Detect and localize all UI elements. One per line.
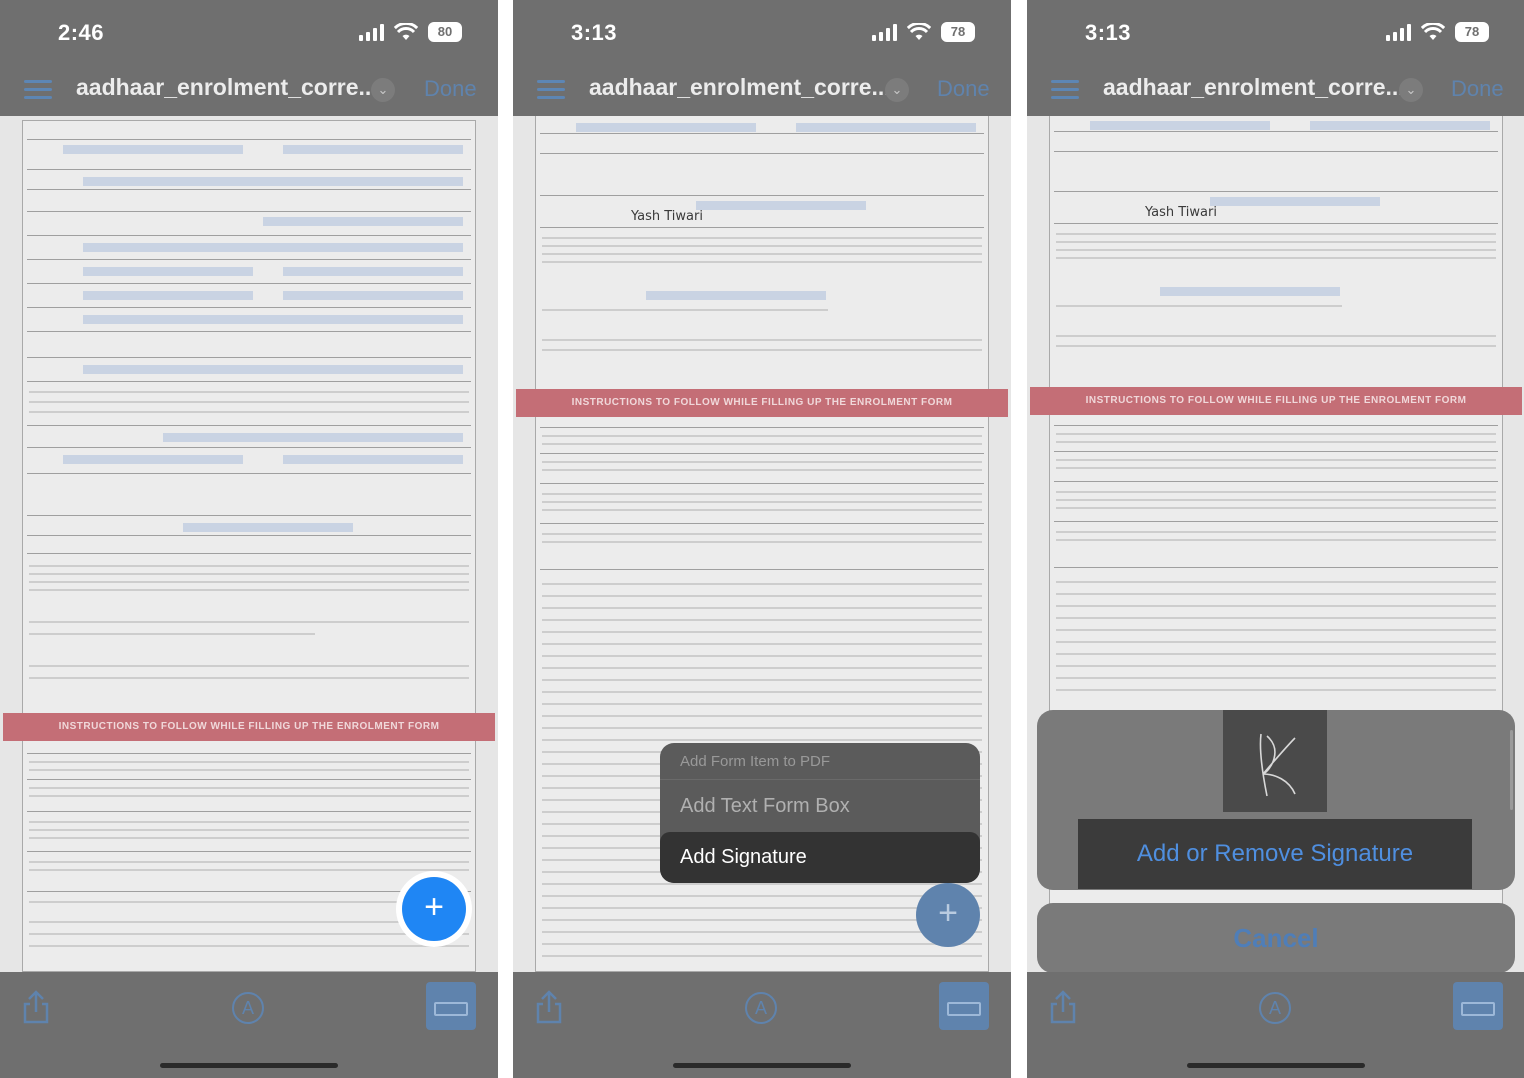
signature-drawing [1259, 733, 1296, 797]
cellular-signal-icon [1386, 23, 1411, 41]
share-icon[interactable] [535, 990, 563, 1024]
bottom-toolbar: A [513, 972, 1011, 1078]
chevron-down-icon[interactable]: ⌄ [1399, 78, 1423, 102]
instructions-banner: INSTRUCTIONS TO FOLLOW WHILE FILLING UP … [1030, 387, 1522, 415]
status-bar: 3:13 78 [1027, 0, 1524, 66]
saved-signature-thumbnail[interactable] [1223, 710, 1327, 812]
home-indicator [673, 1063, 851, 1068]
wifi-icon [394, 23, 418, 40]
chevron-down-icon[interactable]: ⌄ [885, 78, 909, 102]
navigation-bar: aadhaar_enrolment_corre... ⌄ Done [513, 66, 1011, 116]
list-icon[interactable] [1051, 78, 1079, 100]
status-icons: 80 [359, 22, 462, 42]
chevron-down-icon[interactable]: ⌄ [371, 78, 395, 102]
status-time: 2:46 [58, 20, 105, 45]
status-time: 3:13 [1085, 20, 1132, 45]
sheet-scroll-indicator [1510, 730, 1513, 810]
share-icon[interactable] [22, 990, 50, 1024]
home-indicator [1187, 1063, 1365, 1068]
share-icon[interactable] [1049, 990, 1077, 1024]
add-form-item-button[interactable]: + [916, 883, 980, 947]
markup-icon[interactable]: A [745, 992, 777, 1024]
add-form-item-button[interactable]: + [402, 877, 466, 941]
add-signature-item[interactable]: Add Signature [660, 832, 980, 883]
bottom-toolbar: A [0, 972, 498, 1078]
wifi-icon [907, 23, 931, 40]
list-icon[interactable] [24, 78, 52, 100]
screenshot-triptych: 2:46 80 aadhaar_enrolment_corre... ⌄ Don… [0, 0, 1524, 1078]
status-bar: 3:13 78 [513, 0, 1011, 66]
phone-screen-1: 2:46 80 aadhaar_enrolment_corre... ⌄ Don… [0, 0, 498, 1078]
done-button[interactable]: Done [1451, 76, 1504, 102]
menu-header: Add Form Item to PDF [680, 753, 831, 770]
instructions-banner: INSTRUCTIONS TO FOLLOW WHILE FILLING UP … [3, 713, 495, 741]
introducer-name-text: Yash Tiwari [1145, 205, 1217, 220]
battery-icon: 78 [1455, 22, 1489, 42]
document-title[interactable]: aadhaar_enrolment_corre... [589, 74, 891, 101]
cancel-button[interactable]: Cancel [1037, 903, 1515, 973]
pdf-document-view[interactable]: INSTRUCTIONS TO FOLLOW WHILE FILLING UP … [0, 116, 498, 972]
status-bar: 2:46 80 [0, 0, 498, 66]
add-text-form-box-item[interactable]: Add Text Form Box [660, 779, 980, 831]
list-icon[interactable] [537, 78, 565, 100]
form-fill-icon[interactable] [1453, 982, 1503, 1030]
introducer-name-text: Yash Tiwari [631, 209, 703, 224]
pdf-page: INSTRUCTIONS TO FOLLOW WHILE FILLING UP … [3, 120, 495, 972]
battery-icon: 78 [941, 22, 975, 42]
cellular-signal-icon [359, 23, 384, 41]
form-fill-icon[interactable] [426, 982, 476, 1030]
document-title[interactable]: aadhaar_enrolment_corre... [76, 74, 378, 101]
navigation-bar: aadhaar_enrolment_corre... ⌄ Done [0, 66, 498, 116]
instructions-banner: INSTRUCTIONS TO FOLLOW WHILE FILLING UP … [516, 389, 1008, 417]
bottom-toolbar: A [1027, 972, 1524, 1078]
done-button[interactable]: Done [937, 76, 990, 102]
status-icons: 78 [1386, 22, 1489, 42]
phone-screen-2: 3:13 78 aadhaar_enrolment_corre... ⌄ Don… [513, 0, 1011, 1078]
navigation-bar: aadhaar_enrolment_corre... ⌄ Done [1027, 66, 1524, 116]
document-title[interactable]: aadhaar_enrolment_corre... [1103, 74, 1405, 101]
status-time: 3:13 [571, 20, 618, 45]
cellular-signal-icon [872, 23, 897, 41]
signature-action-sheet: Add or Remove Signature [1037, 710, 1515, 890]
add-or-remove-signature-button[interactable]: Add or Remove Signature [1078, 819, 1472, 889]
wifi-icon [1421, 23, 1445, 40]
add-form-item-menu: Add Form Item to PDF Add Text Form Box A… [660, 743, 980, 883]
battery-icon: 80 [428, 22, 462, 42]
status-icons: 78 [872, 22, 975, 42]
markup-icon[interactable]: A [232, 992, 264, 1024]
form-fill-icon[interactable] [939, 982, 989, 1030]
markup-icon[interactable]: A [1259, 992, 1291, 1024]
phone-screen-3: 3:13 78 aadhaar_enrolment_corre... ⌄ Don… [1027, 0, 1524, 1078]
home-indicator [160, 1063, 338, 1068]
done-button[interactable]: Done [424, 76, 477, 102]
